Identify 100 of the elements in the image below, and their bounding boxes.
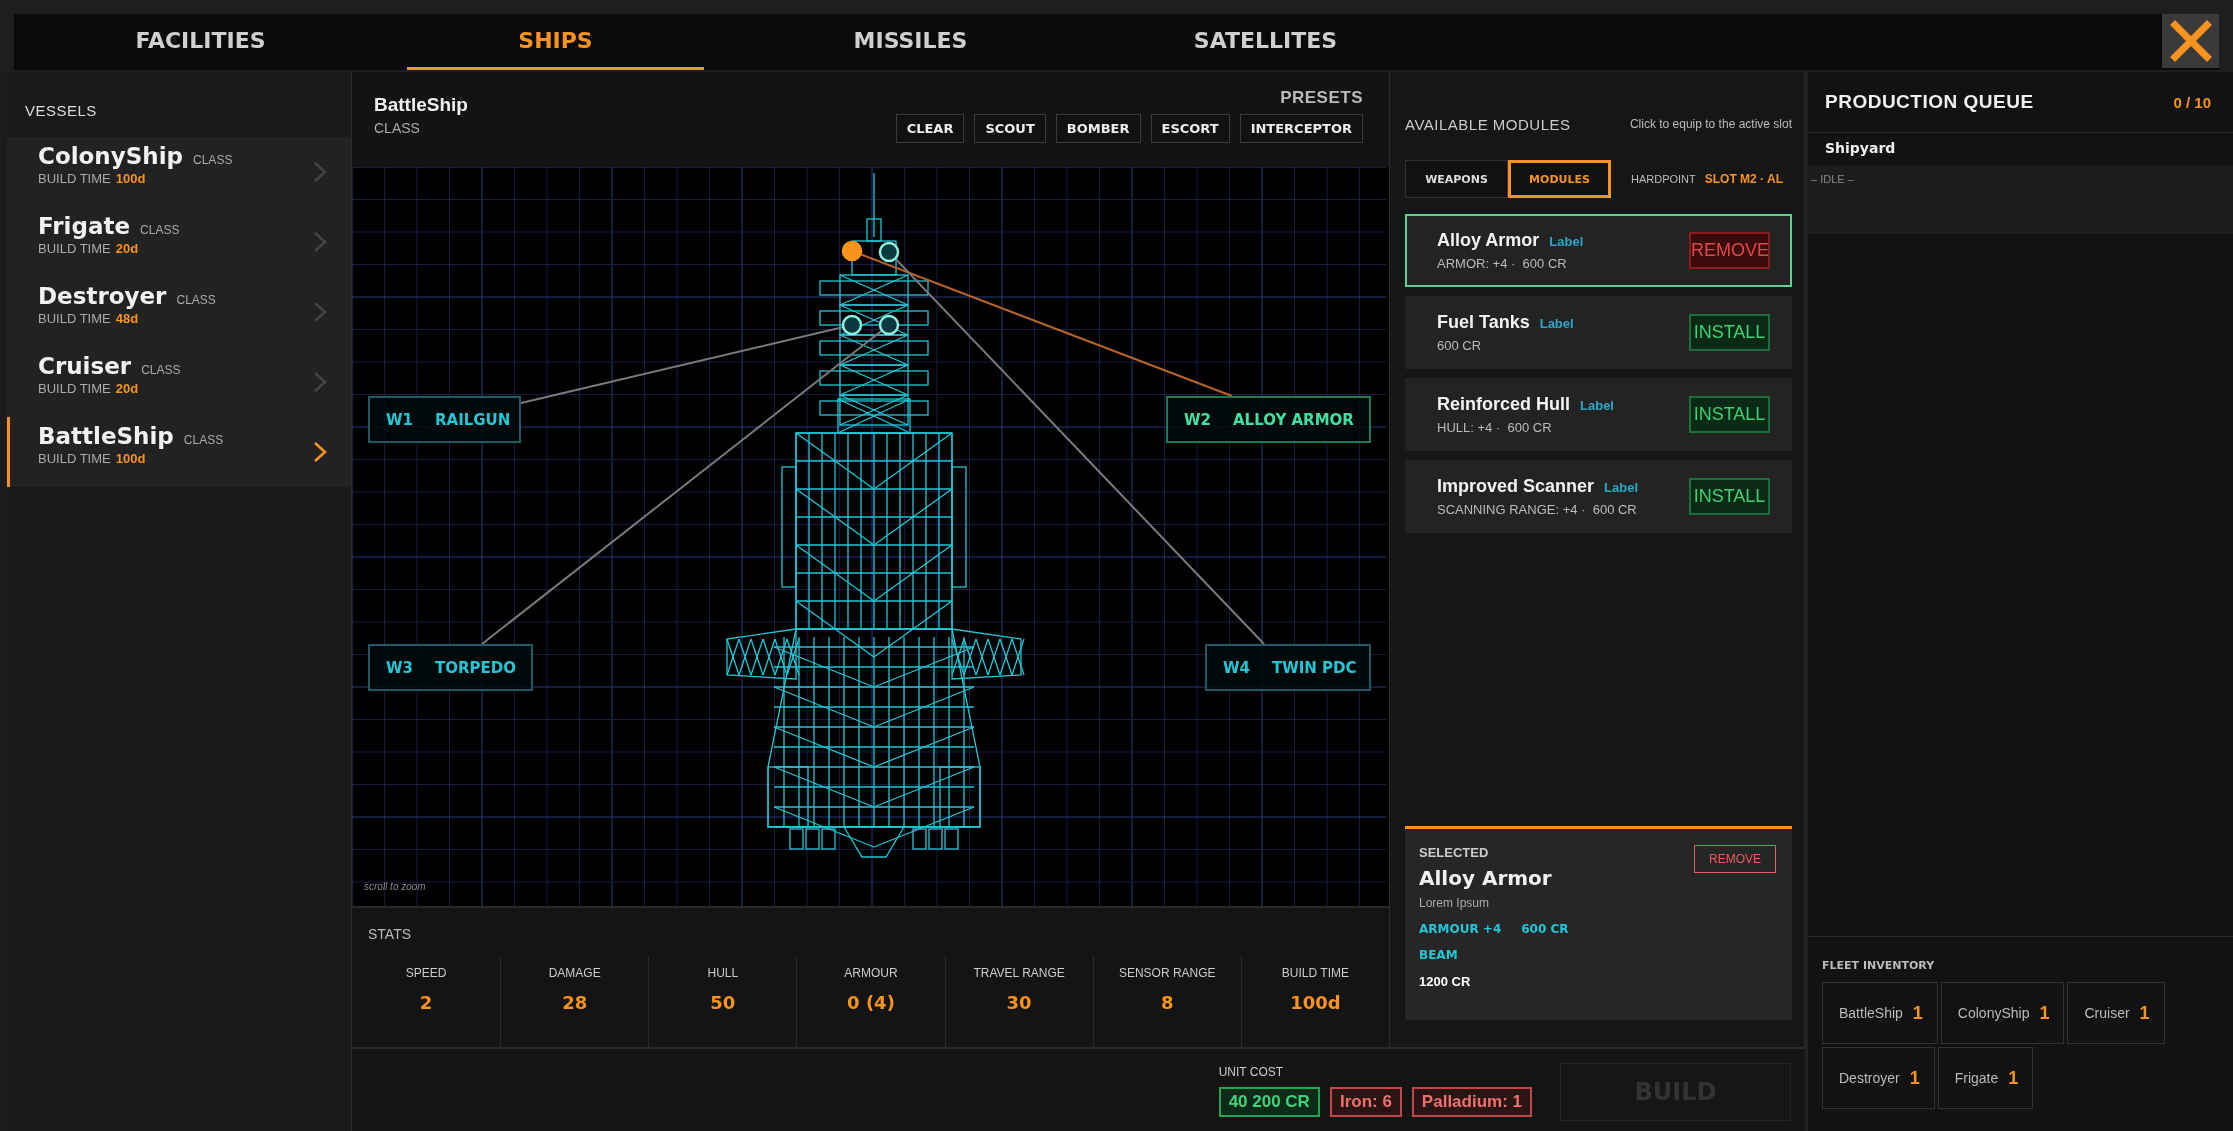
module-card[interactable]: Reinforced Hull Label HULL: +4 · 600 CR INSTALL [1405, 378, 1792, 451]
fleet-count: 1 [1909, 1067, 1920, 1089]
build-time-label: BUILD TIME [38, 451, 111, 466]
build-time-value: 100d [115, 171, 146, 186]
unit-cost-label: UNIT COST [1218, 1065, 1285, 1079]
preset-button[interactable]: BOMBER [1055, 114, 1141, 143]
class-label: CLASS [176, 293, 216, 307]
cost-chip: Iron: 6 [1329, 1087, 1402, 1117]
ship-title: BattleShip [374, 94, 468, 116]
module-detail: HULL: +4 · 600 CR [1437, 420, 1553, 435]
selected-description: Lorem Ipsum [1419, 896, 1491, 910]
modules-title: AVAILABLE MODULES [1405, 115, 1571, 133]
preset-button[interactable]: ESCORT [1150, 114, 1230, 143]
fleet-count: 1 [1912, 1002, 1923, 1024]
close-button[interactable] [2162, 14, 2219, 68]
module-tag: Label [1539, 316, 1574, 331]
stats-title: STATS [367, 925, 413, 944]
module-stat-tag: 600 CR [1521, 922, 1569, 936]
stat-label: SPEED [405, 966, 447, 980]
stat-label: TRAVEL RANGE [973, 966, 1065, 980]
fleet-ship-name: Cruiser [2084, 1005, 2130, 1021]
module-detail: ARMOR: +4 · 600 CR [1437, 256, 1568, 271]
category-tab[interactable]: FACILITIES [52, 14, 349, 70]
build-time-value: 48d [115, 311, 139, 326]
hardpoint-label[interactable]: W1 RAILGUN [368, 396, 521, 443]
hardpoint-marker[interactable] [841, 240, 863, 262]
module-action-button[interactable]: REMOVE [1689, 232, 1770, 269]
sidebar-title: VESSELS [24, 101, 98, 121]
chevron-icon [313, 371, 327, 393]
module-detail: SCANNING RANGE: +4 · 600 CR [1437, 502, 1638, 517]
module-action-button[interactable]: INSTALL [1689, 396, 1770, 433]
build-time-value: 20d [115, 381, 139, 396]
vessel-name: Destroyer [38, 283, 167, 309]
module-tag: Label [1549, 234, 1584, 249]
idle-slot: – IDLE – [1808, 165, 2233, 234]
zoom-hint: scroll to zoom [364, 881, 426, 892]
vessel-name: Cruiser [38, 353, 132, 379]
preset-button[interactable]: SCOUT [974, 114, 1046, 143]
vessel-name: Frigate [38, 213, 131, 239]
remove-button[interactable]: REMOVE [1694, 845, 1776, 873]
chevron-icon [313, 301, 327, 323]
cost-chip: 40 200 CR [1218, 1087, 1320, 1117]
build-time-label: BUILD TIME [38, 171, 111, 186]
module-stat-tag: BEAM [1419, 948, 1458, 962]
vessel-item[interactable]: ColonyShip CLASS BUILD TIME 100d [7, 137, 351, 207]
hardpoint-label[interactable]: W3 TORPEDO [368, 644, 533, 691]
stat-value: 100d [1290, 992, 1341, 1013]
vessel-item[interactable]: Cruiser CLASS BUILD TIME 20d [7, 347, 351, 417]
queue-count: 0 / 10 [2173, 93, 2211, 111]
stat-label: DAMAGE [548, 966, 601, 980]
hardpoint-label[interactable]: W2 ALLOY ARMOR [1166, 396, 1371, 443]
hardpoint-label[interactable]: W4 TWIN PDC [1205, 644, 1371, 691]
stat-value: 8 [1161, 992, 1174, 1013]
class-label: CLASS [183, 433, 224, 447]
module-card[interactable]: Fuel Tanks Label 600 CR INSTALL [1405, 296, 1792, 369]
build-time-label: BUILD TIME [38, 241, 111, 256]
fleet-ship-name: Frigate [1954, 1070, 1999, 1086]
facility-name: Shipyard [1824, 139, 1897, 158]
stat-value: 30 [1006, 992, 1032, 1013]
module-tab[interactable]: MODULES [1508, 160, 1611, 198]
selected-name: Alloy Armor [1419, 866, 1553, 890]
module-detail: 600 CR [1437, 338, 1483, 353]
module-name: Fuel Tanks [1437, 312, 1530, 333]
module-name: Alloy Armor [1437, 230, 1540, 251]
module-card[interactable]: Improved Scanner Label SCANNING RANGE: +4 · 600 CR INSTALL [1405, 460, 1792, 533]
stat-label: SENSOR RANGE [1118, 966, 1216, 980]
module-card[interactable]: Alloy Armor Label ARMOR: +4 · 600 CR REMOVE [1405, 214, 1792, 287]
preset-button[interactable]: CLEAR [895, 114, 965, 143]
fleet-count: 1 [2139, 1002, 2150, 1024]
module-name: Reinforced Hull [1437, 394, 1570, 415]
module-tag: Label [1580, 398, 1614, 413]
vessel-item[interactable]: BattleShip CLASS BUILD TIME 100d [7, 417, 351, 487]
stat-label: BUILD TIME [1281, 966, 1349, 980]
module-tab[interactable]: WEAPONS [1405, 160, 1508, 198]
chevron-icon [313, 441, 327, 463]
queue-title: PRODUCTION QUEUE [1825, 91, 2034, 113]
hardpoint-caption: HARDPOINT [1631, 173, 1696, 185]
class-label: CLASS [193, 153, 233, 167]
vessel-item[interactable]: Frigate CLASS BUILD TIME 20d [7, 207, 351, 277]
stat-value: 0 (4) [847, 992, 895, 1013]
build-time-label: BUILD TIME [38, 381, 111, 396]
fleet-ship-name: Destroyer [1839, 1070, 1900, 1086]
module-stat-tag: ARMOUR +4 [1419, 922, 1502, 936]
module-tag: Label [1604, 480, 1639, 495]
class-label: CLASS [141, 363, 181, 377]
module-action-button[interactable]: INSTALL [1689, 314, 1770, 351]
category-tab[interactable]: SATELLITES [1117, 14, 1414, 70]
preset-button[interactable]: INTERCEPTOR [1239, 114, 1363, 143]
stat-label: ARMOUR [844, 966, 898, 980]
module-action-button[interactable]: INSTALL [1689, 478, 1770, 515]
vessel-name: ColonyShip [38, 143, 184, 169]
stat-value: 50 [710, 992, 736, 1013]
selected-price: 1200 CR [1419, 974, 1472, 989]
build-time-value: 20d [115, 241, 139, 256]
class-label: CLASS [140, 223, 180, 237]
vessel-item[interactable]: Destroyer CLASS BUILD TIME 48d [7, 277, 351, 347]
category-tab[interactable]: MISSILES [762, 14, 1059, 70]
stat-value: 2 [419, 992, 433, 1013]
hardpoint-value: SLOT M2 · AL [1704, 172, 1783, 186]
stat-value: 28 [562, 992, 588, 1013]
